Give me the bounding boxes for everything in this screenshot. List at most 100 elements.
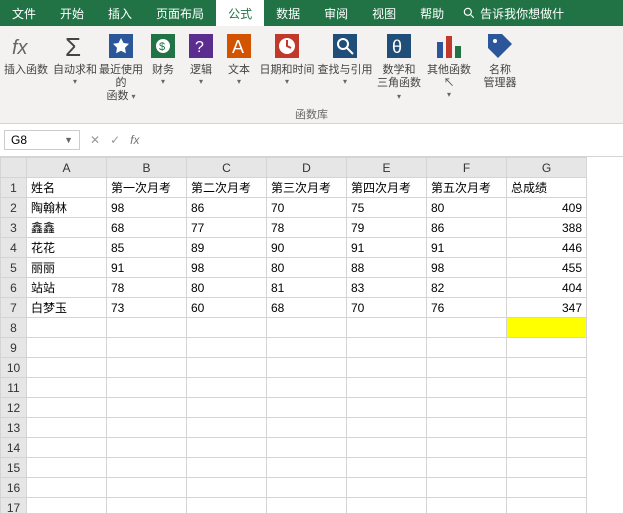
more-functions-button[interactable]: 其他函数↖▾ <box>425 26 473 100</box>
cell-B17[interactable] <box>107 498 187 513</box>
cell-G12[interactable] <box>507 398 587 418</box>
cell-E3[interactable]: 79 <box>347 218 427 238</box>
cell-E5[interactable]: 88 <box>347 258 427 278</box>
cell-B13[interactable] <box>107 418 187 438</box>
formula-input[interactable] <box>153 130 619 150</box>
cell-E8[interactable] <box>347 318 427 338</box>
cell-A11[interactable] <box>27 378 107 398</box>
col-header-F[interactable]: F <box>427 158 507 178</box>
cell-A15[interactable] <box>27 458 107 478</box>
logical-button[interactable]: ? 逻辑▾ <box>183 26 219 87</box>
cell-E14[interactable] <box>347 438 427 458</box>
tell-me-search[interactable]: 告诉我你想做什 <box>456 0 570 26</box>
lookup-button[interactable]: 查找与引用▾ <box>317 26 373 87</box>
menu-tab-审阅[interactable]: 审阅 <box>312 0 360 26</box>
cell-G1[interactable]: 总成绩 <box>507 178 587 198</box>
menu-tab-帮助[interactable]: 帮助 <box>408 0 456 26</box>
cell-G5[interactable]: 455 <box>507 258 587 278</box>
cell-F15[interactable] <box>427 458 507 478</box>
menu-tab-插入[interactable]: 插入 <box>96 0 144 26</box>
cell-D2[interactable]: 70 <box>267 198 347 218</box>
cell-B11[interactable] <box>107 378 187 398</box>
col-header-G[interactable]: G <box>507 158 587 178</box>
cell-C9[interactable] <box>187 338 267 358</box>
cell-E10[interactable] <box>347 358 427 378</box>
menu-tab-公式[interactable]: 公式 <box>216 0 264 26</box>
row-header-2[interactable]: 2 <box>1 198 27 218</box>
cell-B3[interactable]: 68 <box>107 218 187 238</box>
cell-F3[interactable]: 86 <box>427 218 507 238</box>
cell-A4[interactable]: 花花 <box>27 238 107 258</box>
cell-F8[interactable] <box>427 318 507 338</box>
cell-A2[interactable]: 陶翰林 <box>27 198 107 218</box>
row-header-7[interactable]: 7 <box>1 298 27 318</box>
row-header-6[interactable]: 6 <box>1 278 27 298</box>
spreadsheet-grid[interactable]: ABCDEFG1姓名第一次月考第二次月考第三次月考第四次月考第五次月考总成绩2陶… <box>0 157 623 513</box>
cell-F9[interactable] <box>427 338 507 358</box>
cell-C16[interactable] <box>187 478 267 498</box>
cell-G3[interactable]: 388 <box>507 218 587 238</box>
cell-C4[interactable]: 89 <box>187 238 267 258</box>
cell-A3[interactable]: 鑫鑫 <box>27 218 107 238</box>
cell-C5[interactable]: 98 <box>187 258 267 278</box>
cell-G15[interactable] <box>507 458 587 478</box>
col-header-B[interactable]: B <box>107 158 187 178</box>
cell-E4[interactable]: 91 <box>347 238 427 258</box>
cell-E12[interactable] <box>347 398 427 418</box>
math-trig-button[interactable]: θ 数学和三角函数 ▾ <box>375 26 423 104</box>
row-header-9[interactable]: 9 <box>1 338 27 358</box>
cell-G17[interactable] <box>507 498 587 513</box>
cell-C2[interactable]: 86 <box>187 198 267 218</box>
cell-F11[interactable] <box>427 378 507 398</box>
cell-B5[interactable]: 91 <box>107 258 187 278</box>
name-manager-button[interactable]: 名称管理器 <box>478 26 522 90</box>
cell-F10[interactable] <box>427 358 507 378</box>
cell-G4[interactable]: 446 <box>507 238 587 258</box>
cell-B14[interactable] <box>107 438 187 458</box>
cell-F4[interactable]: 91 <box>427 238 507 258</box>
cell-E6[interactable]: 83 <box>347 278 427 298</box>
cell-C15[interactable] <box>187 458 267 478</box>
cell-D6[interactable]: 81 <box>267 278 347 298</box>
cell-B15[interactable] <box>107 458 187 478</box>
cell-F16[interactable] <box>427 478 507 498</box>
cancel-icon[interactable]: ✕ <box>90 133 100 147</box>
cell-G6[interactable]: 404 <box>507 278 587 298</box>
name-box[interactable]: G8 ▼ <box>4 130 80 150</box>
row-header-13[interactable]: 13 <box>1 418 27 438</box>
cell-A14[interactable] <box>27 438 107 458</box>
cell-D10[interactable] <box>267 358 347 378</box>
cell-D5[interactable]: 80 <box>267 258 347 278</box>
cell-D8[interactable] <box>267 318 347 338</box>
enter-icon[interactable]: ✓ <box>110 133 120 147</box>
cell-G16[interactable] <box>507 478 587 498</box>
cell-E2[interactable]: 75 <box>347 198 427 218</box>
cell-B8[interactable] <box>107 318 187 338</box>
cell-D16[interactable] <box>267 478 347 498</box>
insert-function-button[interactable]: fx 插入函数 <box>4 26 48 77</box>
cell-F14[interactable] <box>427 438 507 458</box>
cell-E7[interactable]: 70 <box>347 298 427 318</box>
cell-A6[interactable]: 站站 <box>27 278 107 298</box>
cell-D3[interactable]: 78 <box>267 218 347 238</box>
cell-E13[interactable] <box>347 418 427 438</box>
recent-functions-button[interactable]: 最近使用的函数 ▾ <box>99 26 143 104</box>
cell-A13[interactable] <box>27 418 107 438</box>
cell-E17[interactable] <box>347 498 427 513</box>
cell-C12[interactable] <box>187 398 267 418</box>
text-button[interactable]: A 文本▾ <box>221 26 257 87</box>
row-header-17[interactable]: 17 <box>1 498 27 513</box>
cell-G9[interactable] <box>507 338 587 358</box>
cell-D15[interactable] <box>267 458 347 478</box>
cell-E1[interactable]: 第四次月考 <box>347 178 427 198</box>
cell-A17[interactable] <box>27 498 107 513</box>
cell-B6[interactable]: 78 <box>107 278 187 298</box>
cell-C3[interactable]: 77 <box>187 218 267 238</box>
cell-B7[interactable]: 73 <box>107 298 187 318</box>
date-time-button[interactable]: 日期和时间▾ <box>259 26 315 87</box>
row-header-15[interactable]: 15 <box>1 458 27 478</box>
row-header-10[interactable]: 10 <box>1 358 27 378</box>
cell-B9[interactable] <box>107 338 187 358</box>
financial-button[interactable]: $ 财务▾ <box>145 26 181 87</box>
cell-B12[interactable] <box>107 398 187 418</box>
